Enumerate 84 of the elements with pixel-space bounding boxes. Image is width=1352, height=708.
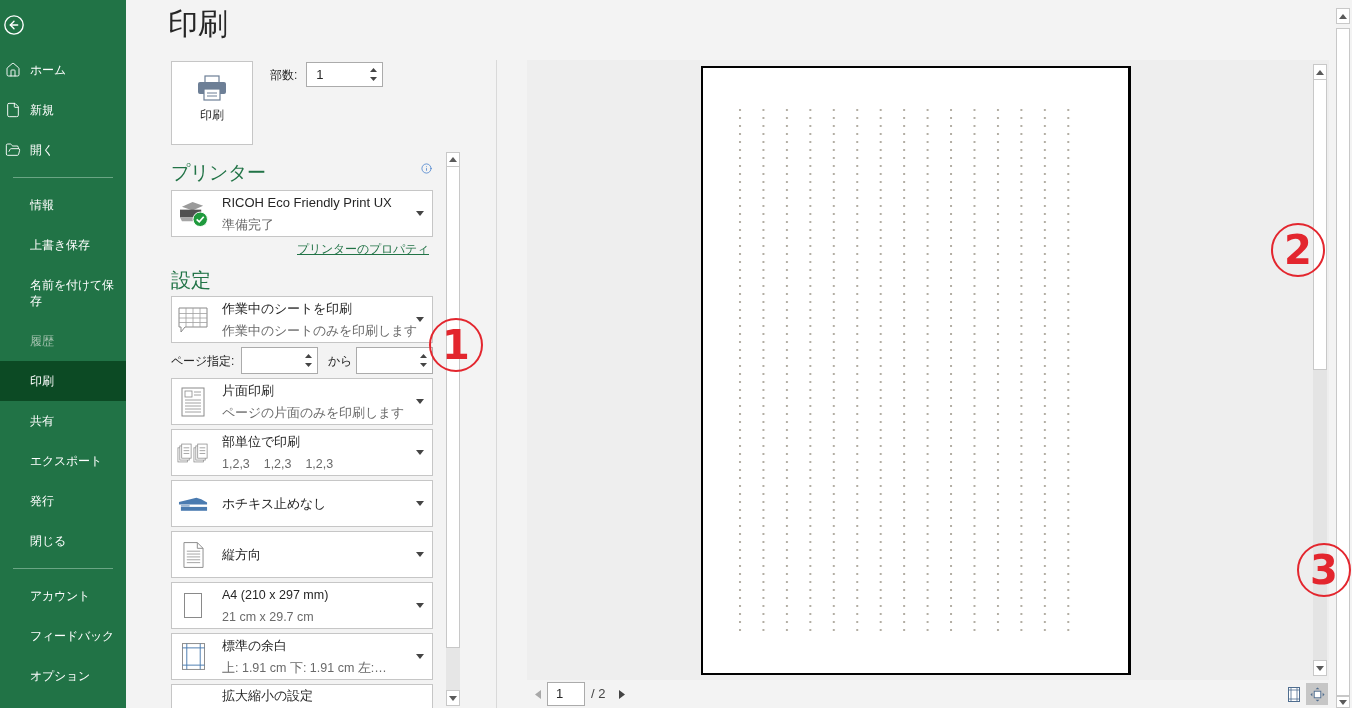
scroll-up-button[interactable] [1313,64,1327,80]
portrait-page-icon [182,540,204,569]
down-arrow-icon [449,695,457,701]
paper-size-icon [184,593,202,618]
spin-down-icon[interactable] [305,363,312,367]
collated-pages-icon [177,442,209,463]
caret-icon [416,450,424,455]
settings-dropdown[interactable]: A4 (210 x 297 mm) 21 cm x 29.7 cm [171,582,433,629]
page-to-field[interactable] [356,347,433,374]
page-from-field[interactable] [241,347,318,374]
page-title: 印刷 [168,6,228,42]
scroll-down-button[interactable] [1336,696,1350,708]
sidebar-item[interactable]: 名前を付けて保存 [0,265,126,321]
down-arrow-icon [1316,665,1324,671]
margins-icon [181,643,205,670]
page-range-label: ページ指定: [171,352,236,370]
sidebar-item[interactable]: ホーム [0,50,126,90]
caret-icon [416,399,424,404]
page-number-field[interactable]: 1 [547,682,585,706]
spin-up-icon[interactable] [420,354,427,358]
settings-dropdown[interactable]: 縦方向 [171,531,433,578]
folder-icon [5,142,21,158]
next-page-icon[interactable] [619,689,626,699]
printer-dropdown[interactable]: RICOH Eco Friendly Print UX 準備完了 [171,190,433,237]
scroll-down-button[interactable] [446,690,460,706]
zoom-to-page-button[interactable] [1306,683,1328,705]
sidebar-item[interactable]: 印刷 [0,361,126,401]
sidebar-item[interactable]: 閉じる [0,521,126,561]
printer-icon [197,75,227,101]
caret-icon [416,603,424,608]
copies-field[interactable]: 1 [306,62,384,87]
print-button[interactable]: 印刷 [171,61,253,145]
copies-label: 部数: [270,66,298,84]
sidebar-item[interactable]: アカウント [0,576,126,616]
sidebar-item[interactable]: 共有 [0,401,126,441]
up-arrow-icon [1339,13,1347,19]
sidebar-item[interactable]: 開く [0,130,126,170]
caret-icon [416,654,424,659]
page-count: / 2 [591,685,606,704]
callout-number: 2 [1271,223,1325,277]
spin-down-icon[interactable] [420,363,427,367]
down-arrow-icon [1339,699,1347,705]
spin-down-icon[interactable] [370,77,378,81]
sidebar-item[interactable]: 発行 [0,481,126,521]
margins-icon [1288,686,1300,702]
up-arrow-icon [1316,69,1324,75]
scroll-down-button[interactable] [1313,660,1327,676]
settings-dropdown[interactable]: 作業中のシートを印刷 作業中のシートのみを印刷します [171,296,433,343]
caret-icon [416,501,424,506]
sheet-grid-icon [178,306,208,333]
sidebar-item[interactable]: フィードバック [0,616,126,656]
spin-up-icon[interactable] [305,354,312,358]
fit-page-icon [1309,686,1325,702]
caret-icon [416,552,424,557]
single-sided-page-icon [181,386,205,417]
scroll-up-button[interactable] [446,152,460,167]
section-heading: 設定 [171,268,211,293]
sidebar-item[interactable]: オプション [0,656,126,696]
caret-icon [416,211,424,216]
printer-properties-link[interactable]: プリンターのプロパティ [297,241,429,259]
spin-up-icon[interactable] [370,68,378,72]
range-to-label: から [328,352,352,370]
settings-dropdown[interactable]: 部単位で印刷 1,2,3 1,2,3 1,2,3 [171,429,433,476]
scrollbar-thumb[interactable] [1313,80,1327,370]
sidebar-item[interactable]: 情報 [0,185,126,225]
sidebar-item[interactable]: エクスポート [0,441,126,481]
document-icon [5,102,21,118]
sidebar-item[interactable]: 新規 [0,90,126,130]
stapler-icon [177,496,209,511]
callout-number: 1 [429,318,483,372]
scrollbar-thumb[interactable] [1336,28,1350,696]
settings-dropdown[interactable]: 標準の余白 上: 1.91 cm 下: 1.91 cm 左:… [171,633,433,680]
home-icon [5,62,21,78]
back-button[interactable] [3,14,25,36]
settings-dropdown[interactable]: 拡大縮小の設定 [171,684,433,708]
sidebar-item[interactable]: 上書き保存 [0,225,126,265]
settings-dropdown[interactable]: ホチキス止めなし [171,480,433,527]
scroll-up-button[interactable] [1336,8,1350,24]
caret-icon [416,317,424,322]
section-heading: プリンター [171,161,266,185]
printer-check-icon [177,200,209,227]
callout-number: 3 [1297,543,1351,597]
settings-dropdown[interactable]: 片面印刷 ページの片面のみを印刷します [171,378,433,425]
up-arrow-icon [449,157,457,162]
